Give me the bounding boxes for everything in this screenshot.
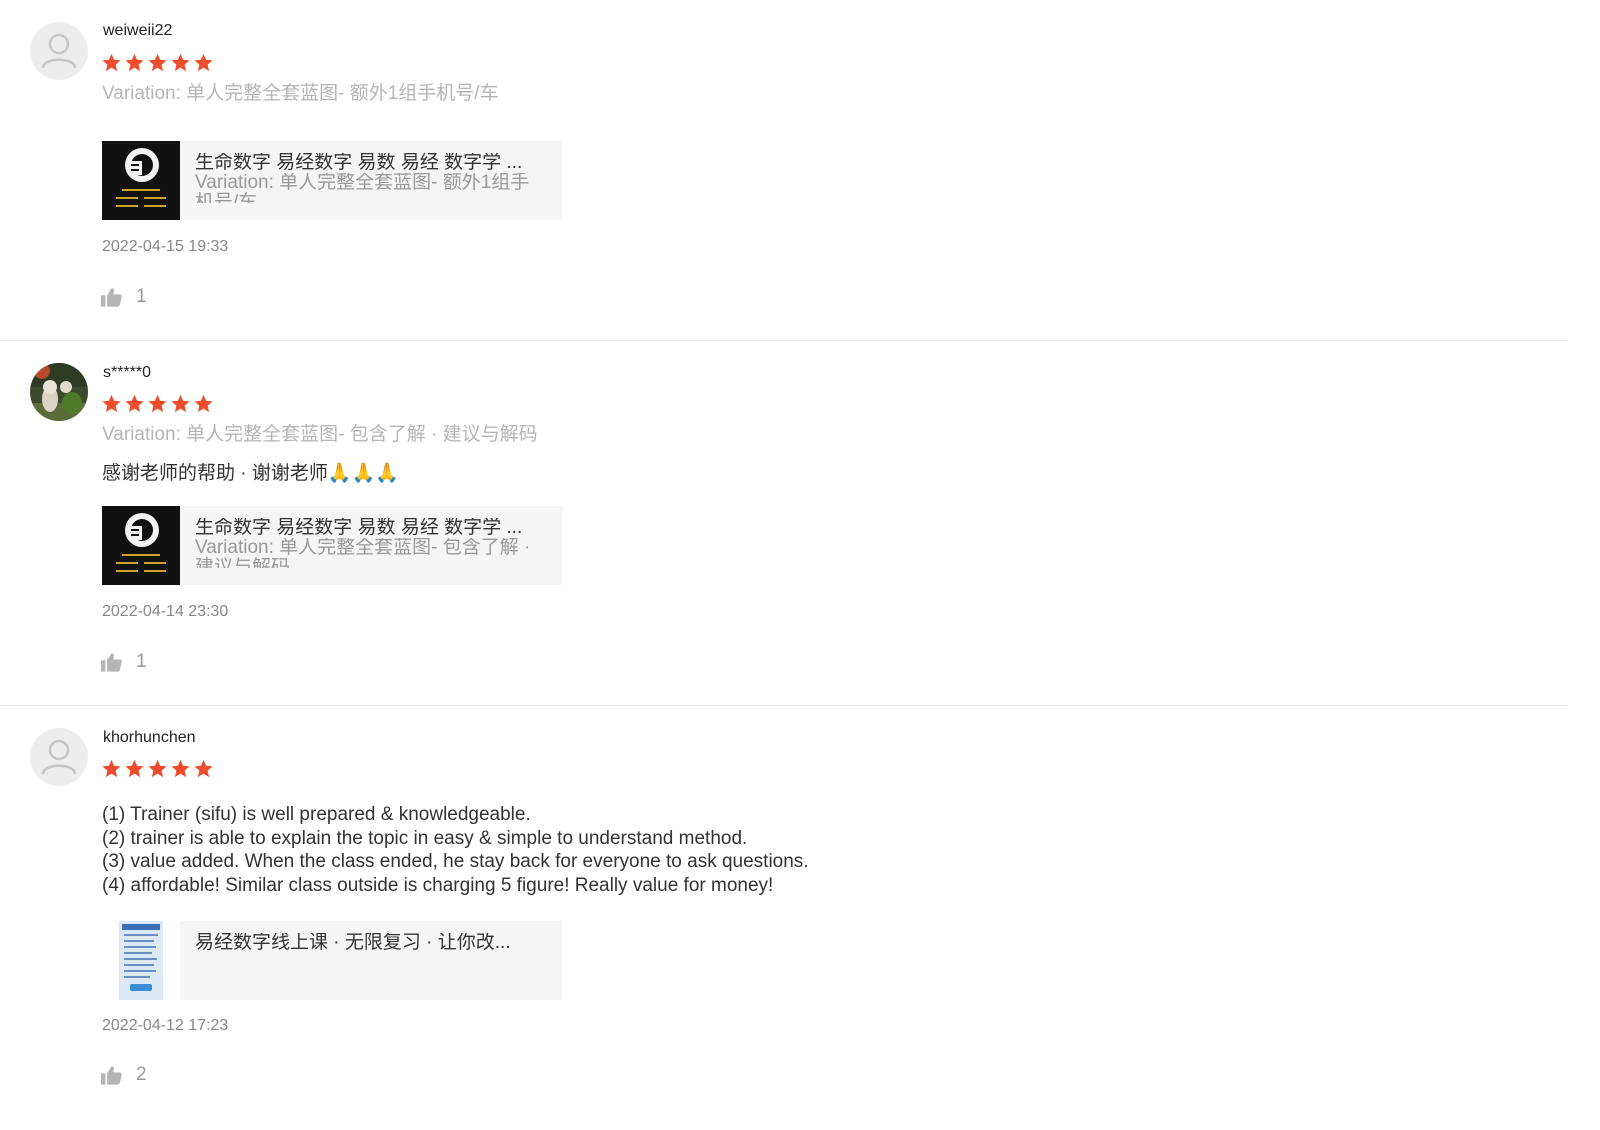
review-username[interactable]: weiweii22 — [103, 22, 172, 40]
default-user-icon — [41, 33, 77, 69]
star-icon — [148, 53, 167, 72]
product-variation: Variation: 单人完整全套蓝图- 包含了解 · 建议与解码 — [195, 538, 531, 568]
like-count: 1 — [136, 286, 147, 307]
review-username[interactable]: s*****0 — [103, 364, 151, 382]
product-name: 生命数字 易经数字 易数 易经 数字学 ... — [195, 153, 523, 173]
review-item: s*****0 Variation: 单人完整全套蓝图- 包含了解 · 建议与解… — [0, 341, 1568, 706]
star-rating — [101, 393, 214, 415]
star-icon — [102, 53, 121, 72]
dark-logo-thumbnail — [102, 506, 180, 585]
thumbs-up-icon — [101, 653, 122, 672]
default-user-icon — [41, 739, 77, 775]
poster-thumbnail — [102, 921, 180, 1000]
star-icon — [125, 759, 144, 778]
star-icon — [171, 394, 190, 413]
like-count: 2 — [136, 1064, 147, 1085]
product-card[interactable]: 生命数字 易经数字 易数 易经 数字学 ... Variation: 单人完整全… — [102, 506, 562, 585]
user-avatar[interactable] — [30, 22, 88, 80]
product-info: 生命数字 易经数字 易数 易经 数字学 ... Variation: 单人完整全… — [180, 506, 559, 580]
review-date: 2022-04-12 17:23 — [102, 1017, 229, 1034]
product-info: 生命数字 易经数字 易数 易经 数字学 ... Variation: 单人完整全… — [180, 141, 559, 215]
thumbs-up-icon — [101, 1066, 122, 1085]
like-button[interactable]: 1 — [101, 651, 147, 673]
star-rating — [101, 52, 214, 74]
star-icon — [194, 53, 213, 72]
star-icon — [194, 394, 213, 413]
product-thumbnail — [102, 506, 180, 585]
star-icon — [102, 759, 121, 778]
star-icon — [102, 394, 121, 413]
product-card[interactable]: 生命数字 易经数字 易数 易经 数字学 ... Variation: 单人完整全… — [102, 141, 562, 220]
star-icon — [171, 759, 190, 778]
product-thumbnail — [102, 921, 180, 1000]
like-count: 1 — [136, 651, 147, 672]
photo-avatar — [30, 363, 88, 421]
product-name: 生命数字 易经数字 易数 易经 数字学 ... — [195, 518, 523, 538]
product-variation: Variation: 单人完整全套蓝图- 额外1组手机号/车 — [195, 173, 530, 203]
like-button[interactable]: 2 — [101, 1064, 147, 1086]
product-info: 易经数字线上课 · 无限复习 · 让你改... — [180, 921, 559, 995]
review-comment: (1) Trainer (sifu) is well prepared & kn… — [102, 804, 809, 896]
star-icon — [125, 53, 144, 72]
user-avatar[interactable] — [30, 363, 88, 421]
review-variation: Variation: 单人完整全套蓝图- 额外1组手机号/车 — [102, 83, 499, 104]
star-icon — [148, 759, 167, 778]
review-item: khorhunchen (1) Trainer (sifu) is well p… — [0, 706, 1568, 1130]
product-name: 易经数字线上课 · 无限复习 · 让你改... — [195, 933, 511, 953]
like-button[interactable]: 1 — [101, 286, 147, 308]
user-avatar[interactable] — [30, 728, 88, 786]
star-rating — [101, 758, 214, 780]
review-date: 2022-04-15 19:33 — [102, 238, 229, 255]
product-thumbnail — [102, 141, 180, 220]
star-icon — [148, 394, 167, 413]
dark-logo-thumbnail — [102, 141, 180, 220]
review-date: 2022-04-14 23:30 — [102, 603, 229, 620]
review-item: weiweii22 Variation: 单人完整全套蓝图- 额外1组手机号/车 — [0, 0, 1568, 341]
review-username[interactable]: khorhunchen — [103, 729, 196, 747]
star-icon — [171, 53, 190, 72]
star-icon — [125, 394, 144, 413]
star-icon — [194, 759, 213, 778]
product-card[interactable]: 易经数字线上课 · 无限复习 · 让你改... — [102, 921, 562, 1000]
review-variation: Variation: 单人完整全套蓝图- 包含了解 · 建议与解码 — [102, 424, 538, 445]
review-comment: 感谢老师的帮助 · 谢谢老师🙏🙏🙏 — [102, 463, 399, 484]
thumbs-up-icon — [101, 288, 122, 307]
